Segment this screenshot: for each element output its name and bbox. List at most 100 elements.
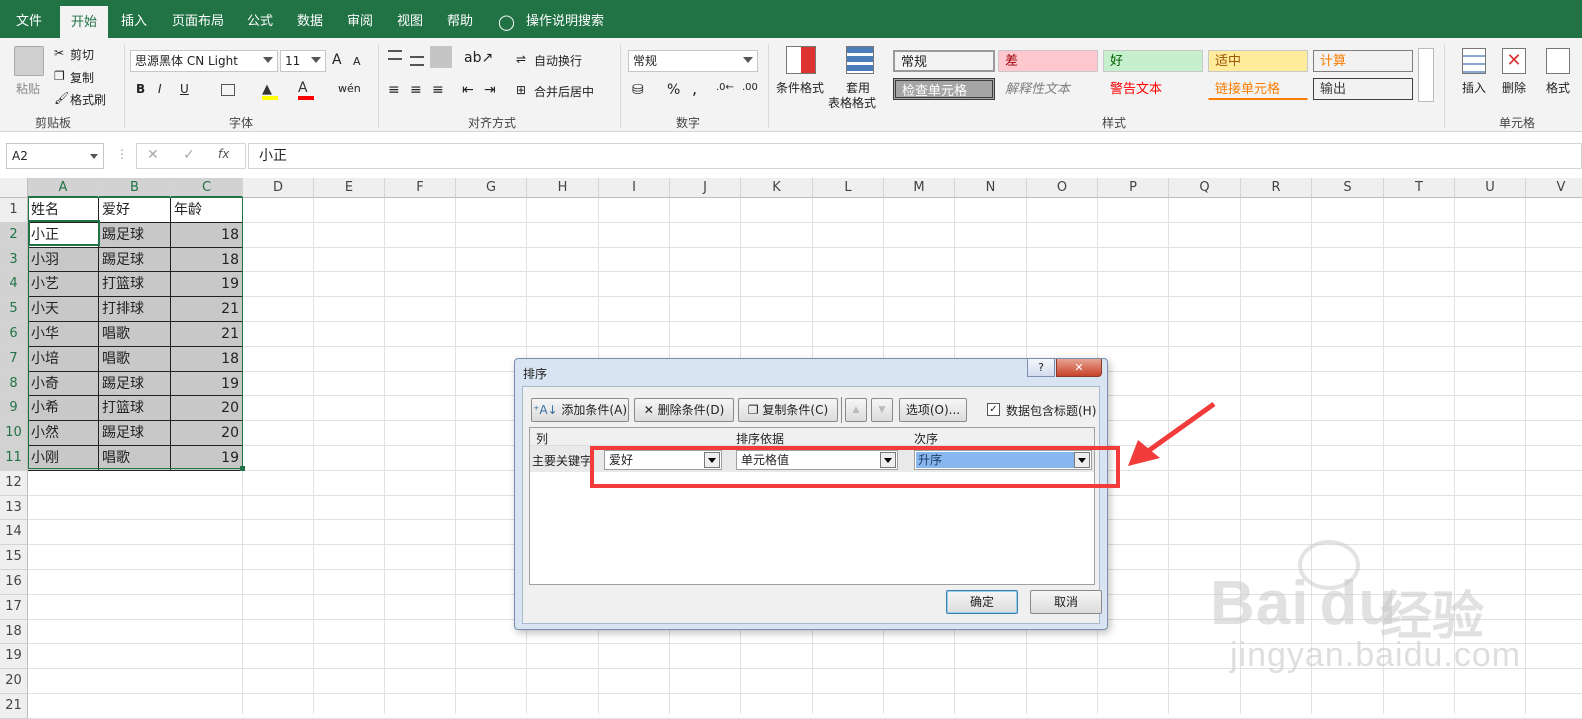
style-explanatory[interactable]: 解释性文本 (998, 78, 1098, 100)
column-header-D[interactable]: D (243, 178, 314, 198)
style-linked-cell[interactable]: 链接单元格 (1208, 78, 1308, 100)
cell-C5[interactable]: 21 (171, 297, 243, 322)
column-header-T[interactable]: T (1384, 178, 1455, 198)
row-header-13[interactable]: 13 (0, 495, 28, 521)
wrap-text-button[interactable]: 自动换行 (534, 52, 582, 69)
format-cells-button[interactable]: 格式 (1546, 79, 1570, 96)
table-format-icon[interactable] (846, 46, 874, 74)
italic-button[interactable]: I (158, 82, 162, 96)
row-header-19[interactable]: 19 (0, 644, 28, 670)
align-middle-icon[interactable] (410, 56, 424, 66)
column-header-H[interactable]: H (527, 178, 599, 198)
column-header-I[interactable]: I (599, 178, 670, 198)
add-level-button[interactable]: ⁺A↓ 添加条件(A) (531, 398, 629, 422)
formula-input[interactable]: 小正 (248, 143, 1582, 169)
row-header-5[interactable]: 5 (0, 297, 28, 322)
column-header-P[interactable]: P (1098, 178, 1169, 198)
cell-C11[interactable]: 19 (171, 446, 243, 471)
cell-C1[interactable]: 年龄 (171, 198, 243, 223)
copy-level-button[interactable]: ❐ 复制条件(C) (738, 398, 838, 422)
column-header-B[interactable]: B (99, 178, 171, 198)
style-calculation[interactable]: 计算 (1313, 50, 1413, 72)
cell-B9[interactable]: 打篮球 (99, 396, 171, 422)
merge-center-button[interactable]: 合并后居中 (534, 83, 594, 100)
options-button[interactable]: 选项(O)... (899, 398, 967, 422)
style-normal[interactable]: 常规 (893, 50, 995, 72)
cell-C2[interactable]: 18 (171, 222, 243, 248)
cell-A4[interactable]: 小艺 (28, 272, 99, 298)
style-output[interactable]: 输出 (1313, 78, 1413, 100)
row-header-17[interactable]: 17 (0, 594, 28, 620)
row-header-15[interactable]: 15 (0, 545, 28, 570)
decrease-decimal-icon[interactable]: .00 (742, 82, 758, 93)
cell-B5[interactable]: 打排球 (99, 297, 171, 322)
cell-B3[interactable]: 踢足球 (99, 247, 171, 273)
increase-decimal-icon[interactable]: .0← (716, 82, 734, 93)
row-header-11[interactable]: 11 (0, 446, 28, 471)
align-left-icon[interactable]: ≡ (388, 82, 400, 98)
column-header-S[interactable]: S (1312, 178, 1384, 198)
number-format-select[interactable]: 常规 (628, 50, 758, 72)
currency-icon[interactable]: ⛁ (632, 82, 644, 98)
enter-icon[interactable]: ✓ (183, 147, 195, 163)
cell-A11[interactable]: 小刚 (28, 446, 99, 471)
column-header-J[interactable]: J (670, 178, 741, 198)
conditional-format-button[interactable]: 条件格式 (776, 79, 824, 96)
styles-gallery-scroll[interactable] (1418, 48, 1434, 102)
cell-A6[interactable]: 小华 (28, 322, 99, 347)
select-all-corner[interactable] (0, 178, 28, 198)
row-header-21[interactable]: 21 (0, 694, 28, 719)
font-size-select[interactable]: 11 (280, 50, 326, 72)
copy-button[interactable]: 复制 (70, 69, 94, 86)
column-header-V[interactable]: V (1526, 178, 1582, 198)
cell-C7[interactable]: 18 (171, 346, 243, 372)
cell-A2[interactable]: 小正 (28, 222, 99, 248)
column-header-E[interactable]: E (314, 178, 385, 198)
align-bottom-icon[interactable] (430, 46, 452, 68)
row-header-14[interactable]: 14 (0, 520, 28, 546)
row-header-4[interactable]: 4 (0, 272, 28, 298)
row-header-18[interactable]: 18 (0, 619, 28, 645)
cell-B2[interactable]: 踢足球 (99, 222, 171, 248)
style-neutral[interactable]: 适中 (1208, 50, 1308, 72)
column-header-L[interactable]: L (813, 178, 884, 198)
style-bad[interactable]: 差 (998, 50, 1098, 72)
shrink-font-button[interactable]: A (353, 55, 361, 68)
align-center-icon[interactable]: ≡ (410, 82, 422, 98)
column-header-O[interactable]: O (1027, 178, 1098, 198)
cell-A7[interactable]: 小培 (28, 346, 99, 372)
move-up-button[interactable]: ▲ (845, 398, 867, 422)
delete-cells-button[interactable]: 删除 (1502, 79, 1526, 96)
cell-C10[interactable]: 20 (171, 421, 243, 446)
column-header-U[interactable]: U (1455, 178, 1526, 198)
style-warning[interactable]: 警告文本 (1103, 78, 1203, 100)
paste-icon[interactable] (14, 46, 44, 76)
delete-level-button[interactable]: ✕ 删除条件(D) (634, 398, 734, 422)
fill-handle[interactable] (240, 466, 245, 471)
column-header-R[interactable]: R (1241, 178, 1312, 198)
column-header-Q[interactable]: Q (1169, 178, 1241, 198)
cancel-icon[interactable]: ✕ (147, 147, 159, 163)
column-header-N[interactable]: N (955, 178, 1027, 198)
comma-style-button[interactable]: , (692, 79, 697, 98)
insert-function-icon[interactable]: fx (218, 147, 229, 161)
cell-C9[interactable]: 20 (171, 396, 243, 422)
delete-cells-icon[interactable]: ✕ (1502, 48, 1526, 74)
cell-C3[interactable]: 18 (171, 247, 243, 273)
cell-A3[interactable]: 小羽 (28, 247, 99, 273)
border-icon[interactable] (221, 84, 235, 96)
font-name-select[interactable]: 思源黑体 CN Light (130, 50, 278, 72)
cell-A5[interactable]: 小天 (28, 297, 99, 322)
format-cells-icon[interactable] (1546, 48, 1570, 74)
cell-A10[interactable]: 小然 (28, 421, 99, 446)
align-right-icon[interactable]: ≡ (432, 82, 444, 98)
cell-B7[interactable]: 唱歌 (99, 346, 171, 372)
close-button[interactable]: ✕ (1056, 359, 1102, 377)
cell-C4[interactable]: 19 (171, 272, 243, 298)
insert-cells-button[interactable]: 插入 (1462, 79, 1486, 96)
fill-color-icon[interactable]: ▲ (262, 82, 278, 100)
column-header-K[interactable]: K (741, 178, 813, 198)
paste-label[interactable]: 粘贴 (16, 80, 40, 97)
cell-C6[interactable]: 21 (171, 322, 243, 347)
cancel-button[interactable]: 取消 (1030, 590, 1102, 614)
